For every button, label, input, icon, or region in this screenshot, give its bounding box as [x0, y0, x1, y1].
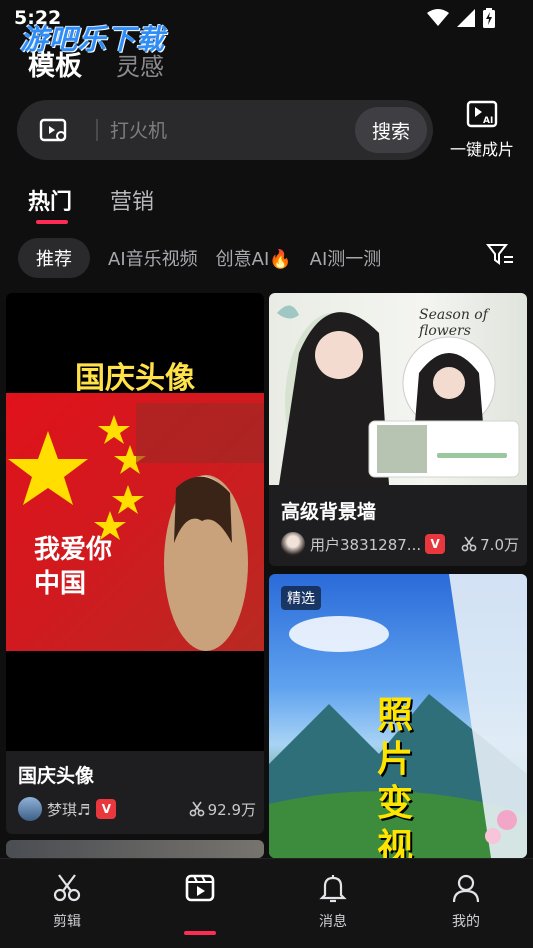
avatar — [281, 532, 305, 556]
card-title: 国庆头像 — [18, 765, 95, 787]
card-thumbnail: 国庆头像 我爱你中国 — [6, 293, 264, 751]
card-title: 高级背景墙 — [281, 501, 377, 523]
ai-video-icon: AI — [466, 100, 498, 128]
author-name: 梦琪♬ — [47, 800, 91, 819]
card-meta: 梦琪♬ V 92.9万 — [18, 797, 256, 821]
nav-active-indicator — [184, 931, 216, 935]
one-click-video-button[interactable]: AI 一键成片 — [447, 100, 517, 160]
signal-icon — [457, 9, 475, 27]
tab-hot[interactable]: 热门 — [28, 184, 72, 224]
search-bar[interactable]: 打火机 搜索 — [17, 100, 433, 160]
one-click-label: 一键成片 — [449, 140, 514, 159]
nav-messages[interactable]: 消息 — [293, 873, 373, 931]
author-name: 用户3831287... — [310, 535, 422, 554]
poster-heading: 国庆头像 — [75, 361, 195, 396]
usage-count: 7.0万 — [461, 534, 519, 555]
poster-script-text: Season of flowers — [419, 307, 488, 339]
avatar — [18, 797, 42, 821]
template-card[interactable]: 国庆头像 我爱你中国 国庆头像 梦琪♬ V 92.9万 — [6, 293, 264, 834]
user-icon — [452, 874, 480, 903]
template-card[interactable]: 照片变视 精选 — [269, 574, 527, 858]
card-meta: 用户3831287... V 7.0万 — [281, 532, 519, 556]
search-divider — [96, 119, 98, 141]
svg-text:AI: AI — [483, 116, 493, 126]
poster-vertical-text: 照片变视 — [377, 695, 414, 858]
template-card[interactable] — [6, 840, 264, 858]
usage-count-value: 92.9万 — [207, 800, 256, 819]
tab-marketing[interactable]: 营销 — [110, 184, 154, 216]
category-chips: 推荐 AI音乐视频 创意AI🔥 AI测一测 — [18, 237, 533, 279]
image-search-icon[interactable] — [39, 118, 69, 144]
battery-icon — [483, 8, 495, 28]
poster-calligraphy: 我爱你中国 — [34, 535, 113, 599]
card-thumbnail: 照片变视 — [269, 574, 527, 858]
usage-count: 92.9万 — [189, 799, 256, 820]
chip-ai-test[interactable]: AI测一测 — [310, 245, 382, 271]
nav-edit-label: 剪辑 — [53, 914, 81, 930]
search-button[interactable]: 搜索 — [355, 107, 427, 153]
nav-edit[interactable]: 剪辑 — [27, 873, 107, 931]
template-card[interactable]: Season of flowers 高级背景墙 用户3831287... V 7… — [269, 293, 527, 566]
template-icon — [185, 874, 215, 902]
chip-ai-music-video[interactable]: AI音乐视频 — [108, 245, 198, 271]
poster-flag-image: 我爱你中国 — [6, 393, 264, 651]
nav-profile[interactable]: 我的 — [426, 873, 506, 931]
scissors-icon — [461, 536, 477, 552]
filter-icon[interactable] — [486, 243, 514, 267]
nav-templates[interactable] — [160, 873, 240, 935]
usage-count-value: 7.0万 — [480, 535, 519, 554]
section-tabs: 热门 营销 — [28, 184, 154, 224]
featured-tag: 精选 — [281, 586, 321, 610]
card-thumbnail: Season of flowers — [269, 293, 527, 493]
status-icons — [427, 8, 495, 28]
scissors-icon — [189, 801, 204, 817]
flag-stars — [8, 403, 264, 651]
bell-icon — [319, 875, 347, 903]
verified-badge: V — [96, 799, 117, 819]
watermark-logo: 游吧乐下载 — [20, 23, 166, 56]
nav-messages-label: 消息 — [319, 914, 347, 930]
bottom-nav: 剪辑 消息 我的 — [0, 858, 533, 948]
chip-creative-ai[interactable]: 创意AI🔥 — [216, 245, 292, 271]
nav-profile-label: 我的 — [452, 914, 480, 930]
search-input[interactable]: 打火机 — [110, 116, 167, 143]
wifi-icon — [427, 9, 449, 26]
scissors-icon — [53, 874, 81, 902]
verified-badge: V — [425, 534, 446, 554]
chip-recommended[interactable]: 推荐 — [18, 238, 90, 278]
